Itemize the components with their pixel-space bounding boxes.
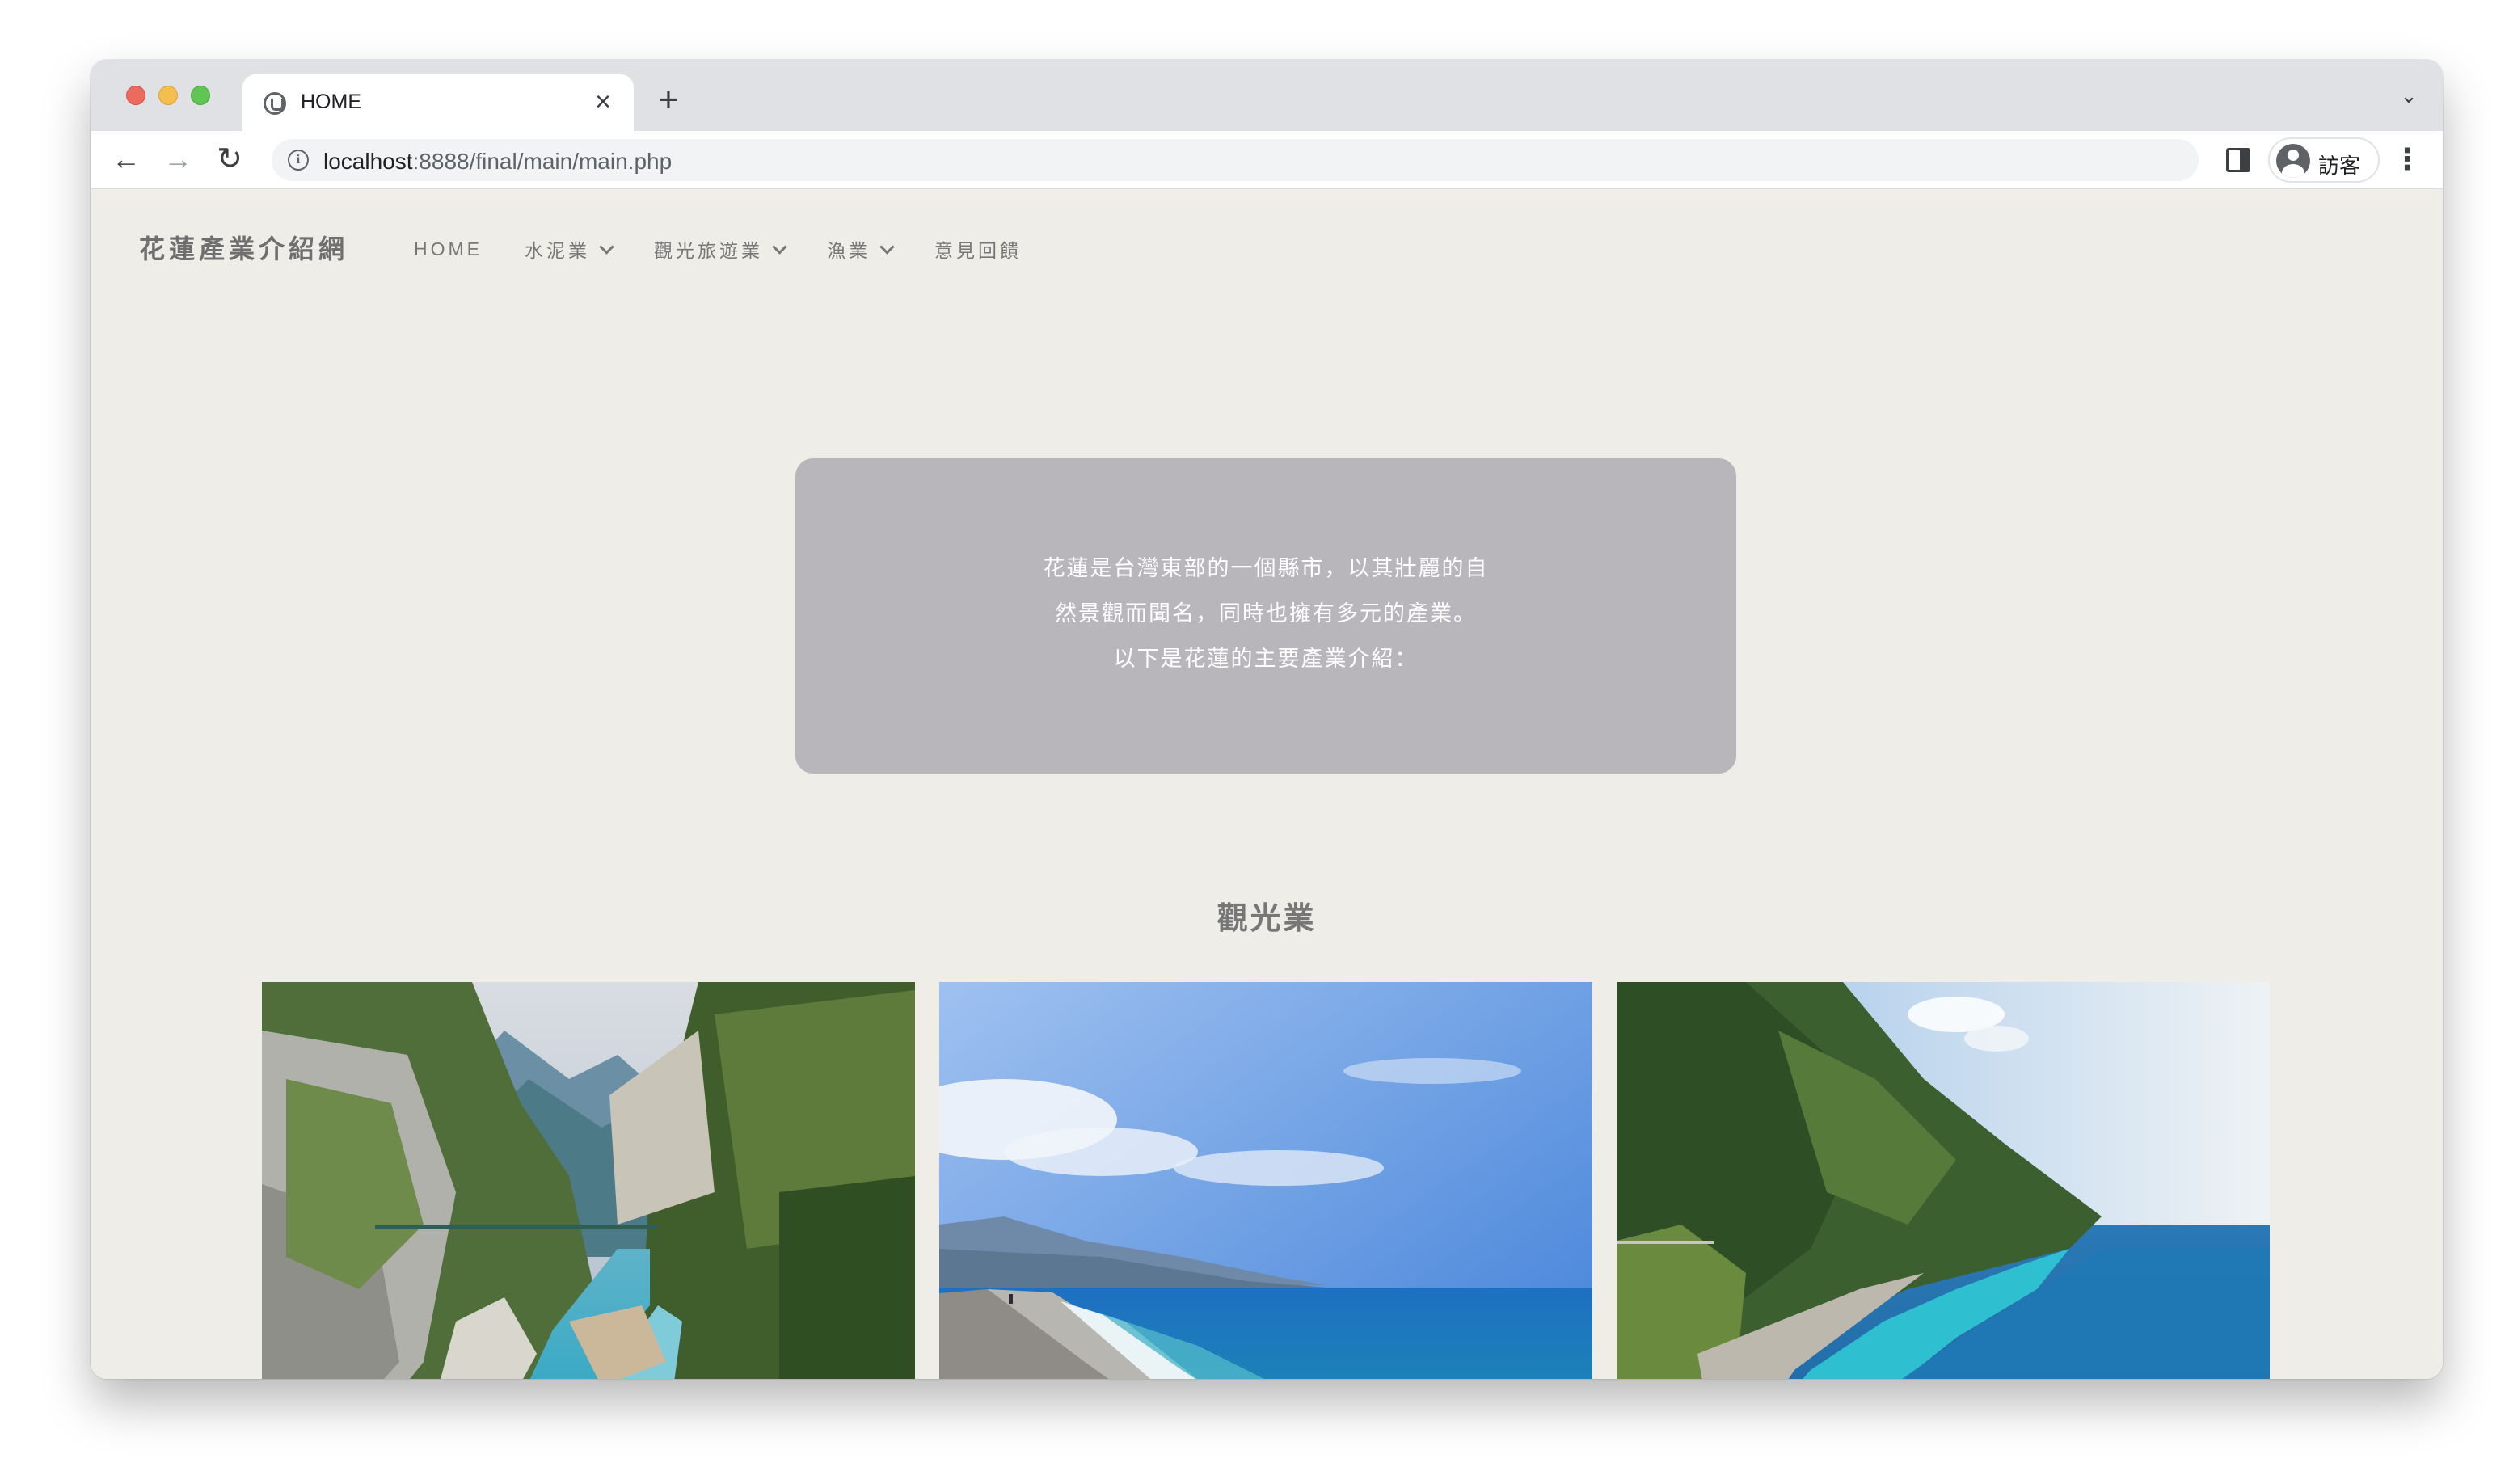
chevron-down-icon bbox=[879, 238, 895, 255]
nav-item-home[interactable]: HOME bbox=[414, 235, 483, 263]
nav-item-label: 漁業 bbox=[827, 240, 871, 261]
nav-item-feedback[interactable]: 意見回饋 bbox=[934, 235, 1022, 263]
nav-item-label: HOME bbox=[414, 238, 483, 259]
favicon-icon bbox=[264, 92, 286, 115]
nav-menu: HOME 水泥業 觀光旅遊業 漁業 意見回饋 bbox=[414, 235, 1064, 263]
site-brand[interactable]: 花蓮產業介紹網 bbox=[139, 229, 348, 266]
chevron-down-icon bbox=[772, 238, 787, 255]
tab-title: HOME bbox=[301, 91, 361, 113]
nav-item-label: 水泥業 bbox=[525, 240, 590, 261]
close-window-button[interactable] bbox=[126, 86, 145, 105]
address-bar[interactable]: i localhost:8888/final/main/main.php bbox=[272, 139, 2199, 181]
nav-item-label: 意見回饋 bbox=[934, 240, 1022, 261]
avatar-icon bbox=[2276, 144, 2310, 178]
arrow-right-icon[interactable]: → bbox=[158, 141, 197, 179]
url-path: :8888/final/main/main.php bbox=[412, 149, 673, 174]
close-icon[interactable]: × bbox=[587, 86, 619, 118]
kebab-menu-icon[interactable]: ⋮ bbox=[2388, 141, 2427, 179]
nav-item-tourism[interactable]: 觀光旅遊業 bbox=[654, 235, 787, 263]
gorge-photo[interactable] bbox=[262, 982, 915, 1379]
nav-item-label: 觀光旅遊業 bbox=[654, 240, 763, 261]
site-navbar: 花蓮產業介紹網 HOME 水泥業 觀光旅遊業 漁業 意見回饋 bbox=[91, 190, 2443, 310]
browser-toolbar: ← → ↻ i localhost:8888/final/main/main.p… bbox=[91, 131, 2443, 189]
plus-icon[interactable]: + bbox=[648, 81, 689, 121]
minimize-window-button[interactable] bbox=[158, 86, 178, 105]
profile-label: 訪客 bbox=[2318, 154, 2361, 178]
intro-text-line-3: 以下是花蓮的主要產業介紹： bbox=[1113, 647, 1419, 671]
cliff-photo[interactable] bbox=[1617, 982, 2270, 1379]
info-icon[interactable]: i bbox=[288, 150, 309, 171]
side-panel-icon[interactable] bbox=[2226, 148, 2250, 172]
tab-bar: HOME × + ⌄ bbox=[91, 60, 2443, 131]
url-host: localhost bbox=[323, 149, 413, 174]
tab-home[interactable]: HOME × bbox=[242, 74, 634, 131]
chevron-down-icon bbox=[599, 238, 614, 255]
intro-card: 花蓮是台灣東部的一個縣市，以其壯麗的自 然景觀而聞名，同時也擁有多元的產業。 以… bbox=[795, 458, 1736, 774]
chevron-down-icon[interactable]: ⌄ bbox=[2393, 79, 2425, 112]
profile-button[interactable]: 訪客 bbox=[2268, 137, 2380, 183]
url-text[interactable]: localhost:8888/final/main/main.php bbox=[323, 149, 672, 175]
intro-text-line-1: 花蓮是台灣東部的一個縣市，以其壯麗的自 bbox=[1043, 556, 1489, 580]
nav-item-fishery[interactable]: 漁業 bbox=[827, 235, 895, 263]
reload-icon[interactable]: ↻ bbox=[210, 141, 249, 179]
nav-item-cement[interactable]: 水泥業 bbox=[525, 235, 614, 263]
beach-photo[interactable] bbox=[939, 982, 1592, 1379]
maximize-window-button[interactable] bbox=[191, 86, 210, 105]
arrow-left-icon[interactable]: ← bbox=[107, 141, 145, 179]
section-title: 觀光業 bbox=[1217, 902, 1317, 936]
browser-window: HOME × + ⌄ ← → ↻ i localhost:8888/final/… bbox=[91, 60, 2443, 1379]
intro-text-line-2: 然景觀而聞名，同時也擁有多元的產業。 bbox=[1055, 601, 1477, 626]
page-content: 花蓮產業介紹網 HOME 水泥業 觀光旅遊業 漁業 意見回饋 花蓮是台灣東部的一… bbox=[91, 190, 2443, 1379]
